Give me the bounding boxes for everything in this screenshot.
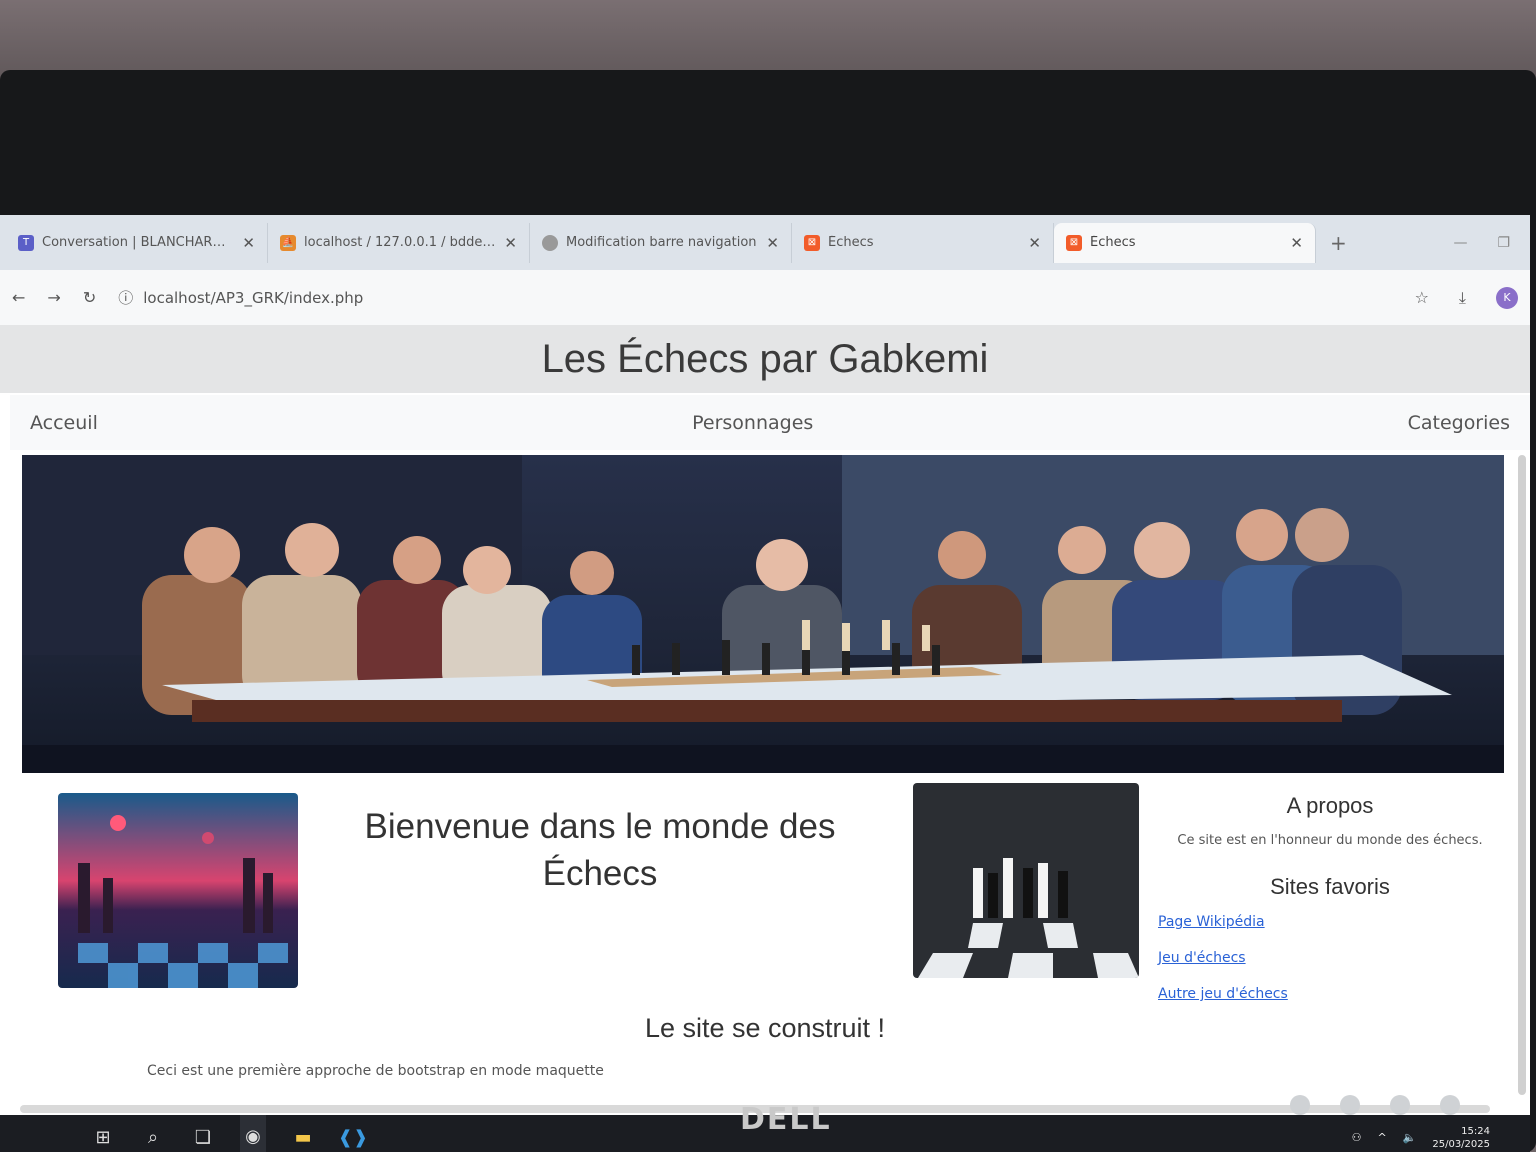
hero-banner-image xyxy=(22,455,1504,773)
tab-phpmyadmin[interactable]: ⛵ localhost / 127.0.0.1 / bddech ✕ xyxy=(268,222,530,263)
site-header: Les Échecs par Gabkemi xyxy=(0,325,1530,393)
about-title: A propos xyxy=(1286,793,1374,818)
url-text[interactable]: localhost/AP3_GRK/index.php xyxy=(143,289,363,307)
web-page: Les Échecs par Gabkemi Acceuil Personnag… xyxy=(0,325,1530,1115)
address-bar[interactable]: ⓘ localhost/AP3_GRK/index.php xyxy=(118,287,1392,308)
site-title: Les Échecs par Gabkemi xyxy=(541,336,989,381)
close-icon[interactable]: ✕ xyxy=(504,234,517,252)
link-chess-game[interactable]: Jeu d'échecs xyxy=(1158,950,1510,966)
close-icon[interactable]: ✕ xyxy=(766,234,779,252)
bookmark-star-icon[interactable]: ☆ xyxy=(1415,288,1429,307)
system-tray: ⚇ ^ 🔈 15:24 25/03/2025 xyxy=(1352,1125,1530,1151)
minimize-icon[interactable]: — xyxy=(1453,235,1467,251)
people-icon[interactable]: ⚇ xyxy=(1352,1131,1362,1144)
nav-link-categories[interactable]: Categories xyxy=(1408,412,1510,434)
file-explorer-icon[interactable]: ▬ xyxy=(290,1125,316,1151)
xampp-icon: ⊠ xyxy=(1066,234,1082,251)
navbar: Acceuil Personnages Categories xyxy=(10,395,1530,450)
link-other-chess-game[interactable]: Autre jeu d'échecs xyxy=(1158,986,1510,1002)
reload-icon[interactable]: ↻ xyxy=(83,288,96,307)
xampp-icon: ⊠ xyxy=(804,234,820,251)
search-icon[interactable]: ⌕ xyxy=(140,1125,166,1151)
welcome-heading: Bienvenue dans le monde des Échecs xyxy=(364,807,836,894)
vscode-icon[interactable]: ❰❱ xyxy=(338,1125,368,1151)
browser-tabstrip: T Conversation | BLANCHARD G ✕ ⛵ localho… xyxy=(0,215,1530,270)
surreal-chess-image xyxy=(58,793,298,988)
close-icon[interactable]: ✕ xyxy=(1290,234,1303,252)
vertical-scrollbar[interactable] xyxy=(1518,455,1526,1095)
tab-label: Échecs xyxy=(1090,235,1136,250)
monitor-screen: T Conversation | BLANCHARD G ✕ ⛵ localho… xyxy=(0,215,1530,1152)
download-icon[interactable]: ⤓ xyxy=(1459,288,1466,308)
nav-link-home[interactable]: Acceuil xyxy=(30,412,98,434)
chrome-icon[interactable]: ◉ xyxy=(240,1115,266,1152)
monitor-button[interactable] xyxy=(1340,1095,1360,1115)
monitor-bezel: T Conversation | BLANCHARD G ✕ ⛵ localho… xyxy=(0,70,1536,1152)
profile-avatar[interactable]: K xyxy=(1496,286,1518,309)
close-icon[interactable]: ✕ xyxy=(1028,234,1041,252)
monitor-button[interactable] xyxy=(1440,1095,1460,1115)
dell-logo: DELL xyxy=(740,1102,832,1137)
close-icon[interactable]: ✕ xyxy=(242,234,255,252)
back-icon[interactable]: ← xyxy=(12,288,25,307)
tab-label: Conversation | BLANCHARD G xyxy=(42,235,235,250)
site-info-icon[interactable]: ⓘ xyxy=(118,287,133,308)
about-text: Ce site est en l'honneur du monde des éc… xyxy=(1177,833,1483,848)
construct-heading: Le site se construit ! xyxy=(644,1013,886,1043)
window-controls: — ❐ xyxy=(1453,235,1530,251)
tab-conversation[interactable]: T Conversation | BLANCHARD G ✕ xyxy=(6,222,268,263)
chevron-up-icon[interactable]: ^ xyxy=(1377,1131,1386,1144)
windows-start-icon[interactable]: ⊞ xyxy=(90,1125,116,1151)
speaker-icon[interactable]: 🔈 xyxy=(1403,1131,1417,1144)
maximize-icon[interactable]: ❐ xyxy=(1497,235,1510,251)
tab-echecs-1[interactable]: ⊠ Échecs ✕ xyxy=(792,222,1054,263)
monitor-button[interactable] xyxy=(1290,1095,1310,1115)
chessboard-image xyxy=(913,783,1139,978)
clock-time: 15:24 xyxy=(1461,1125,1490,1137)
tab-label: localhost / 127.0.0.1 / bddech xyxy=(304,235,497,250)
clock[interactable]: 15:24 25/03/2025 xyxy=(1432,1125,1490,1151)
phpmyadmin-icon: ⛵ xyxy=(280,234,296,251)
note-text: Ceci est une première approche de bootst… xyxy=(147,1063,604,1079)
monitor-buttons xyxy=(1290,1095,1460,1115)
new-tab-button[interactable]: + xyxy=(1316,231,1361,255)
tab-echecs-active[interactable]: ⊠ Échecs ✕ xyxy=(1054,222,1316,263)
teams-icon: T xyxy=(18,234,34,251)
tab-modification[interactable]: Modification barre navigation ✕ xyxy=(530,222,792,263)
globe-icon xyxy=(542,234,558,251)
favorites-title: Sites favoris xyxy=(1270,874,1390,899)
nav-link-characters[interactable]: Personnages xyxy=(692,412,813,434)
clock-date: 25/03/2025 xyxy=(1432,1138,1490,1150)
task-view-icon[interactable]: ❏ xyxy=(190,1125,216,1151)
browser-toolbar: ← → ↻ ⓘ localhost/AP3_GRK/index.php ☆ ⤓ … xyxy=(0,270,1530,325)
sidebar: A propos Ce site est en l'honneur du mon… xyxy=(1150,793,1510,1022)
forward-icon[interactable]: → xyxy=(47,288,60,307)
main-content: Bienvenue dans le monde des Échecs A pro… xyxy=(0,773,1530,1115)
link-wikipedia[interactable]: Page Wikipédia xyxy=(1158,914,1510,930)
tab-label: Modification barre navigation xyxy=(566,235,757,250)
monitor-button[interactable] xyxy=(1390,1095,1410,1115)
tab-label: Échecs xyxy=(828,235,874,250)
chess-players-illustration xyxy=(22,455,1504,773)
